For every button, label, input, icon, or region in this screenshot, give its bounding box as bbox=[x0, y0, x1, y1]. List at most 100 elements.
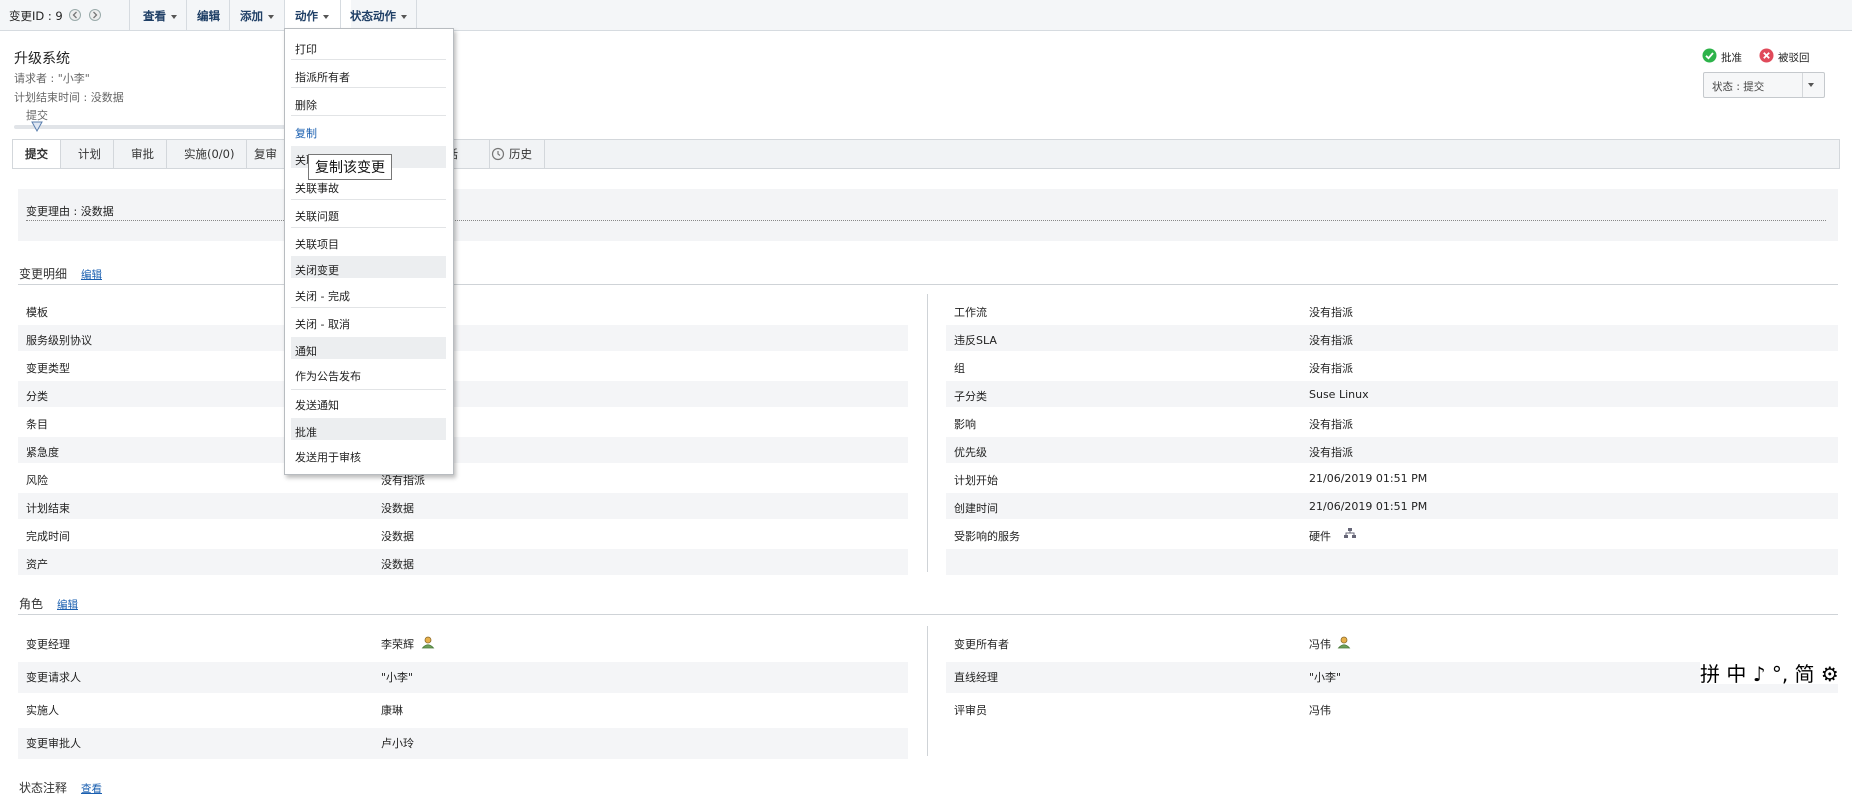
reject-label: 被驳回 bbox=[1778, 52, 1810, 64]
detail-row: 资产 没数据 bbox=[18, 549, 908, 575]
view-menu-button[interactable]: 查看 bbox=[143, 0, 177, 30]
menu-group-notify-label: 通知 bbox=[295, 345, 317, 358]
menu-item-related-project[interactable]: 关联项目 bbox=[295, 236, 339, 252]
menu-item-close-cancel[interactable]: 关闭 - 取消 bbox=[295, 316, 350, 332]
field-label: 分类 bbox=[26, 390, 48, 403]
detail-row: 完成时间 没数据 bbox=[18, 521, 908, 547]
divider bbox=[18, 614, 1838, 615]
field-value: 没有指派 bbox=[1309, 418, 1353, 431]
detail-row: 计划开始 21/06/2019 01:51 PM bbox=[946, 465, 1838, 491]
field-value: 21/06/2019 01:51 PM bbox=[1309, 500, 1428, 513]
field-label: 组 bbox=[954, 362, 965, 375]
reject-circle-icon bbox=[1759, 48, 1774, 63]
chevron-down-icon bbox=[1808, 83, 1814, 87]
status-dropdown[interactable]: 状态 : 提交 bbox=[1703, 72, 1825, 98]
menu-item-print[interactable]: 打印 bbox=[295, 41, 317, 57]
field-label: 直线经理 bbox=[954, 671, 998, 684]
detail-row: 组 没有指派 bbox=[946, 353, 1838, 379]
detail-row: 变更类型 bbox=[18, 353, 908, 379]
tab-history[interactable]: 历史 bbox=[479, 140, 545, 168]
tab-history-label: 历史 bbox=[509, 147, 532, 161]
tab-submit[interactable]: 提交 bbox=[13, 140, 61, 168]
details-section-title: 变更明细 bbox=[19, 267, 68, 281]
field-label: 资产 bbox=[26, 558, 48, 571]
field-label: 变更所有者 bbox=[954, 638, 1009, 651]
tab-approval[interactable]: 审批 bbox=[119, 140, 167, 168]
chevron-down-icon bbox=[401, 14, 407, 19]
field-label: 影响 bbox=[954, 418, 976, 431]
edit-button[interactable]: 编辑 bbox=[197, 0, 220, 30]
field-label: 优先级 bbox=[954, 446, 987, 459]
field-value: "小李" bbox=[381, 671, 414, 684]
service-tree-icon[interactable] bbox=[1343, 527, 1357, 539]
field-label: 计划结束 bbox=[26, 502, 70, 515]
menu-item-publish-announcement[interactable]: 作为公告发布 bbox=[295, 368, 361, 384]
field-value: 硬件 bbox=[1309, 530, 1331, 543]
user-icon bbox=[421, 636, 435, 649]
clock-icon bbox=[491, 147, 505, 161]
field-label: 评审员 bbox=[954, 704, 987, 717]
field-label: 条目 bbox=[26, 418, 48, 431]
actions-dropdown-menu: 打印 指派所有者 删除 复制 关联 关联事故 关联问题 关联项目 关闭变更 关闭… bbox=[284, 28, 454, 475]
menu-item-copy[interactable]: 复制 bbox=[295, 125, 317, 141]
next-record-icon[interactable] bbox=[89, 9, 101, 21]
menu-item-send-notification[interactable]: 发送通知 bbox=[295, 397, 339, 413]
detail-row: 违反SLA 没有指派 bbox=[946, 325, 1838, 351]
status-comments-title: 状态注释 bbox=[19, 781, 68, 795]
ime-toolbar[interactable]: 拼 中 ♪ °, 简 ⚙ bbox=[1700, 658, 1839, 686]
field-value: 没有指派 bbox=[1309, 334, 1353, 347]
tab-review[interactable]: 复审 bbox=[242, 140, 290, 168]
actions-menu-button[interactable]: 动作 bbox=[285, 0, 351, 30]
field-label: 变更经理 bbox=[26, 638, 70, 651]
field-value: Suse Linux bbox=[1309, 388, 1369, 401]
detail-row: 条目 bbox=[18, 409, 908, 435]
detail-row: 影响 没有指派 bbox=[946, 409, 1838, 435]
approve-label: 批准 bbox=[1721, 52, 1742, 64]
change-id-label: 变更ID : 9 bbox=[9, 9, 63, 23]
menu-item-related-problem[interactable]: 关联问题 bbox=[295, 208, 339, 224]
menu-item-delete[interactable]: 删除 bbox=[295, 97, 317, 113]
field-label: 服务级别协议 bbox=[26, 334, 92, 347]
detail-row: 变更经理 李荣辉 bbox=[18, 629, 908, 660]
menu-item-related-incident[interactable]: 关联事故 bbox=[295, 180, 339, 196]
stage-marker-icon bbox=[31, 121, 43, 133]
detail-row: 变更请求人 "小李" bbox=[18, 662, 908, 693]
field-value: 没数据 bbox=[381, 502, 414, 515]
menu-item-send-for-review[interactable]: 发送用于审核 bbox=[295, 449, 361, 465]
detail-row: 优先级 没有指派 bbox=[946, 437, 1838, 463]
detail-row: 工作流 没有指派 bbox=[946, 297, 1838, 323]
detail-row: 紧急度 bbox=[18, 437, 908, 463]
field-value: 冯伟 bbox=[1309, 638, 1331, 651]
prev-record-icon[interactable] bbox=[69, 9, 81, 21]
field-label: 子分类 bbox=[954, 390, 987, 403]
menu-item-assign-owner[interactable]: 指派所有者 bbox=[295, 69, 350, 85]
chevron-down-icon bbox=[171, 14, 177, 19]
tab-implementation[interactable]: 实施(0/0) bbox=[172, 140, 248, 168]
top-toolbar: 变更ID : 9 查看 编辑 添加 动作 状态动作 bbox=[0, 0, 1852, 31]
field-value: 没有指派 bbox=[1309, 446, 1353, 459]
planned-end-line: 计划结束时间 : 没数据 bbox=[14, 91, 124, 104]
field-value: 李荣辉 bbox=[381, 638, 414, 651]
detail-row: 创建时间 21/06/2019 01:51 PM bbox=[946, 493, 1838, 519]
tab-plan[interactable]: 计划 bbox=[66, 140, 114, 168]
roles-section-title: 角色 bbox=[19, 597, 44, 611]
field-value: "小李" bbox=[1309, 671, 1342, 684]
detail-row: 子分类 Suse Linux bbox=[946, 381, 1838, 407]
status-actions-menu-button[interactable]: 状态动作 bbox=[350, 0, 407, 30]
field-label: 变更审批人 bbox=[26, 737, 81, 750]
field-label: 完成时间 bbox=[26, 530, 70, 543]
field-label: 模板 bbox=[26, 306, 48, 319]
column-divider bbox=[927, 294, 928, 572]
details-edit-link[interactable]: 编辑 bbox=[81, 267, 102, 282]
roles-edit-link[interactable]: 编辑 bbox=[57, 597, 78, 612]
status-comments-view-link[interactable]: 查看 bbox=[81, 781, 102, 796]
chevron-down-icon bbox=[323, 14, 329, 19]
field-label: 创建时间 bbox=[954, 502, 998, 515]
add-menu-button[interactable]: 添加 bbox=[240, 0, 274, 30]
check-circle-icon bbox=[1702, 48, 1717, 63]
detail-row: 计划结束 没数据 bbox=[18, 493, 908, 519]
menu-item-close-complete[interactable]: 关闭 - 完成 bbox=[295, 288, 350, 304]
detail-row bbox=[946, 549, 1838, 575]
field-label: 变更类型 bbox=[26, 362, 70, 375]
field-label: 受影响的服务 bbox=[954, 530, 1020, 543]
